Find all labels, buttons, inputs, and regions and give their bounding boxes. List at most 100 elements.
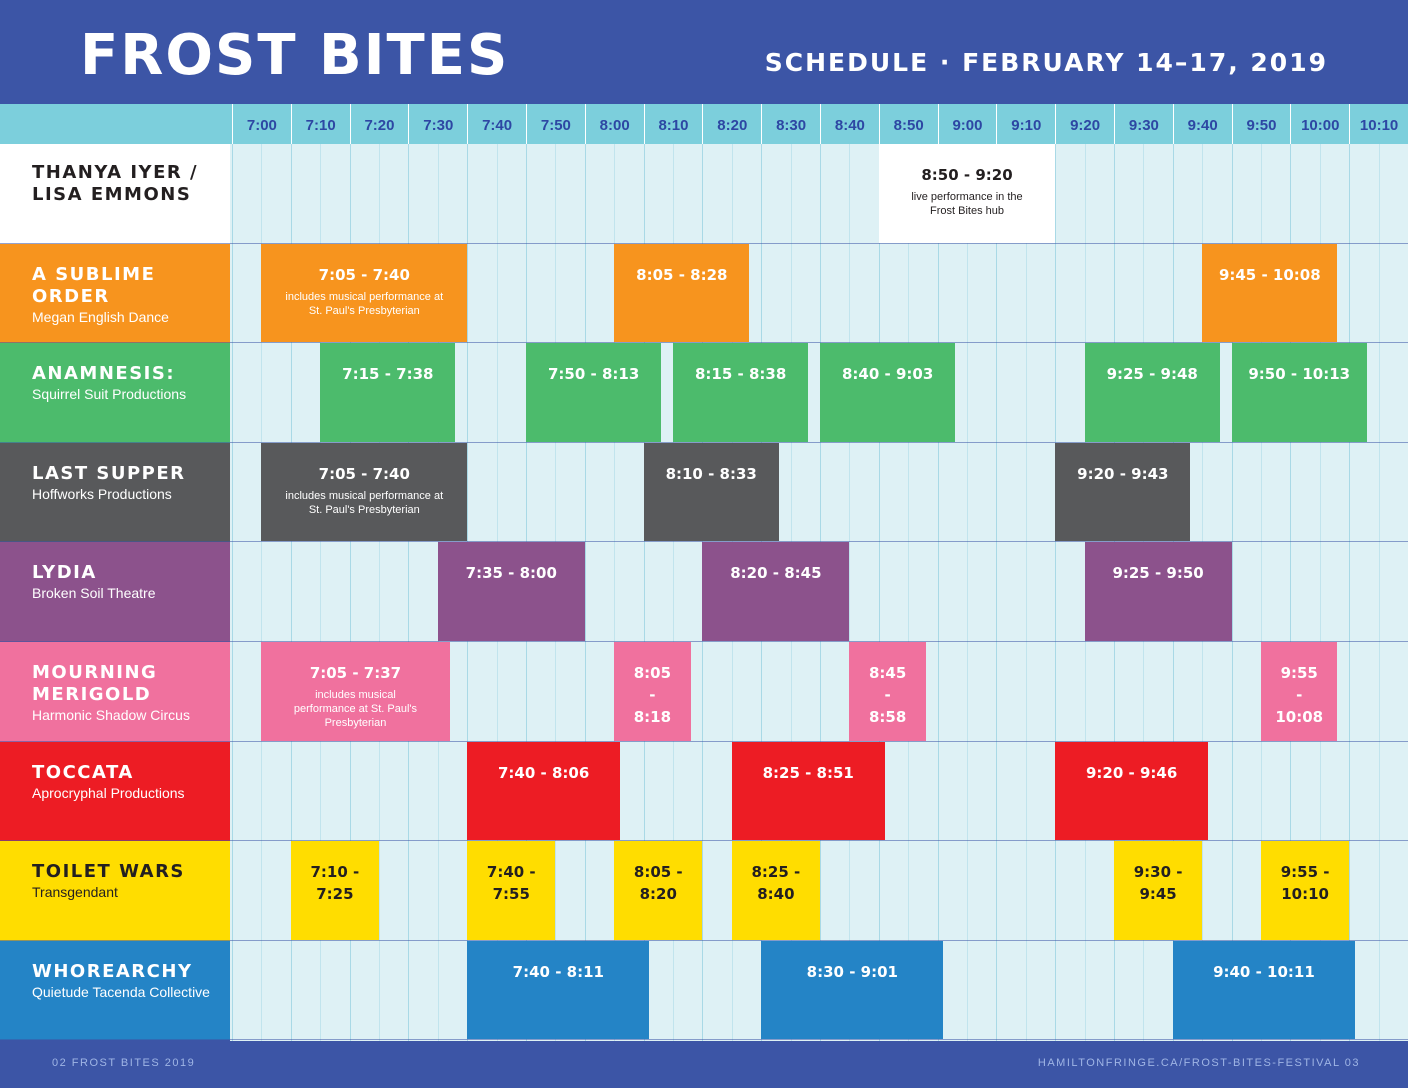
performance-slot: 8:40 - 9:03 [820, 343, 956, 442]
slot-note: live performance in the Frost Bites hub [911, 191, 1023, 217]
performance-slot: 9:45 - 10:08 [1202, 243, 1338, 343]
slot-time: 9:30 - 9:45 [1133, 863, 1183, 904]
show-name: TOILET WARS [32, 861, 185, 883]
slot-time: 8:05 - 8:20 [633, 863, 683, 904]
performance-slot: 9:55 - 10:10 [1261, 841, 1350, 940]
time-axis: 7:00 7:10 7:20 7:30 7:40 7:50 8:00 8:10 8:20 8:30… [0, 104, 1408, 144]
show-label: WHOREARCHY Quietude Tacenda Collective [0, 940, 230, 1041]
time-tick: 9:20 [1055, 104, 1114, 144]
performance-slot: 7:05 - 7:37 includes musical performance … [261, 642, 450, 741]
slot-time: 7:40 - 8:11 [512, 962, 604, 981]
performance-slot: 8:05 - 8:18 [614, 642, 691, 741]
show-label: ANAMNESIS: Squirrel Suit Productions [0, 343, 230, 443]
show-label: LYDIA Broken Soil Theatre [0, 542, 230, 642]
show-label: TOCCATA Aprocryphal Productions [0, 741, 230, 842]
performance-slot: 9:20 - 9:43 [1055, 442, 1191, 542]
schedule-page: FROST BITES SCHEDULE · FEBRUARY 14–17, 2… [0, 0, 1408, 1088]
time-tick: 8:00 [584, 104, 644, 144]
slot-time: 9:40 - 10:11 [1213, 962, 1315, 981]
grid-line [232, 144, 233, 1041]
company-name: Hoffworks Productions [32, 485, 172, 502]
slot-time: 7:05 - 7:40 [318, 265, 410, 284]
performance-slot: 7:10 - 7:25 [290, 841, 379, 940]
performance-slot: 7:35 - 8:00 [437, 542, 585, 641]
slot-time: 9:25 - 9:50 [1112, 564, 1204, 583]
show-name: LYDIA [32, 562, 97, 584]
slot-time: 9:20 - 9:43 [1077, 464, 1169, 483]
grid-line [1378, 144, 1380, 1041]
grid-line [937, 144, 939, 1041]
slot-time: 8:15 - 8:38 [694, 365, 787, 384]
show-name: A SUBLIME ORDER [32, 263, 156, 307]
time-tick: 10:10 [1349, 104, 1408, 144]
performance-slot: 7:05 - 7:40 includes musical performance … [261, 243, 468, 343]
slot-time: 9:45 - 10:08 [1218, 265, 1321, 284]
show-label: A SUBLIME ORDER Megan English Dance [0, 243, 230, 344]
performance-slot: 7:50 - 8:13 [526, 343, 662, 442]
performance-slot: 9:25 - 9:48 [1084, 343, 1220, 442]
performance-slot: 8:10 - 8:33 [643, 442, 779, 542]
performance-slot: 9:40 - 10:11 [1172, 940, 1356, 1040]
performance-slot: 9:30 - 9:45 [1114, 841, 1203, 940]
slot-time: 8:45 - 8:58 [868, 664, 907, 726]
show-label: TOILET WARS Transgendant [0, 841, 230, 941]
grid-line [584, 144, 586, 1041]
time-tick: 9:30 [1114, 104, 1173, 144]
slot-time: 7:50 - 8:13 [547, 365, 640, 384]
grid-line [1349, 144, 1351, 1041]
slot-time: 8:25 - 8:40 [751, 863, 801, 904]
time-tick: 10:00 [1290, 104, 1349, 144]
time-tick: 7:50 [526, 104, 585, 144]
grid-line [1055, 144, 1057, 1041]
performance-slot: 8:15 - 8:38 [673, 343, 809, 442]
slot-time: 9:50 - 10:13 [1248, 365, 1351, 384]
show-label: THANYA IYER / LISA EMMONS [0, 144, 230, 244]
time-tick: 7:40 [467, 104, 526, 144]
time-tick: 8:30 [761, 104, 820, 144]
performance-slot: 9:25 - 9:50 [1084, 542, 1232, 641]
time-tick: 9:00 [937, 104, 997, 144]
show-name: MOURNING MERIGOLD [32, 662, 158, 705]
grid-line [849, 144, 851, 1041]
grid-line [996, 144, 998, 1041]
time-tick: 7:30 [408, 104, 467, 144]
slot-time: 8:10 - 8:33 [665, 464, 757, 483]
slot-time: 9:55 - 10:08 [1275, 664, 1324, 726]
slot-time: 9:25 - 9:48 [1106, 365, 1198, 384]
show-label: MOURNING MERIGOLD Harmonic Shadow Circus [0, 642, 230, 742]
footer: 02 FROST BITES 2019 HAMILTONFRINGE.CA/FR… [0, 1041, 1408, 1088]
company-name: Transgendant [32, 884, 118, 901]
slot-time: 8:20 - 8:45 [730, 564, 822, 583]
slot-time: 8:25 - 8:51 [762, 763, 854, 782]
footer-left: 02 FROST BITES 2019 [52, 1057, 196, 1069]
performance-slot: 7:05 - 7:40 includes musical performance … [261, 442, 468, 542]
company-name: Harmonic Shadow Circus [32, 707, 190, 723]
grid-line [908, 144, 910, 1041]
slot-time: 8:50 - 9:20 [921, 166, 1013, 184]
slot-time: 7:40 - 7:55 [486, 863, 536, 904]
time-tick: 9:40 [1172, 104, 1232, 144]
time-tick: 7:00 [232, 104, 291, 144]
slot-time: 8:40 - 9:03 [841, 365, 934, 384]
show-name: THANYA IYER / LISA EMMONS [32, 162, 199, 205]
performance-slot: 7:40 - 7:55 [467, 841, 556, 940]
performance-slot: 8:45 - 8:58 [849, 642, 926, 741]
show-name: LAST SUPPER [32, 462, 186, 484]
performance-slot: 7:15 - 7:38 [320, 343, 456, 442]
performance-slot: 9:20 - 9:46 [1055, 741, 1209, 841]
company-name: Aprocryphal Productions [32, 784, 185, 801]
slot-note: includes musical performance at St. Paul… [293, 689, 418, 729]
slot-time: 7:05 - 7:40 [318, 464, 410, 483]
time-tick: 9:50 [1231, 104, 1291, 144]
grid-line [967, 144, 968, 1041]
schedule-subtitle: SCHEDULE · FEBRUARY 14–17, 2019 [764, 48, 1328, 77]
company-name: Broken Soil Theatre [32, 585, 156, 602]
time-tick: 8:40 [820, 104, 879, 144]
festival-title: FROST BITES [80, 23, 510, 88]
slot-time: 7:35 - 8:00 [465, 564, 557, 583]
time-tick: 7:10 [290, 104, 350, 144]
footer-right: HAMILTONFRINGE.CA/FROST-BITES-FESTIVAL 0… [1037, 1057, 1360, 1069]
slot-time: 7:15 - 7:38 [342, 365, 434, 384]
performance-slot: 8:20 - 8:45 [702, 542, 850, 641]
slot-time: 8:05 - 8:28 [636, 265, 728, 284]
